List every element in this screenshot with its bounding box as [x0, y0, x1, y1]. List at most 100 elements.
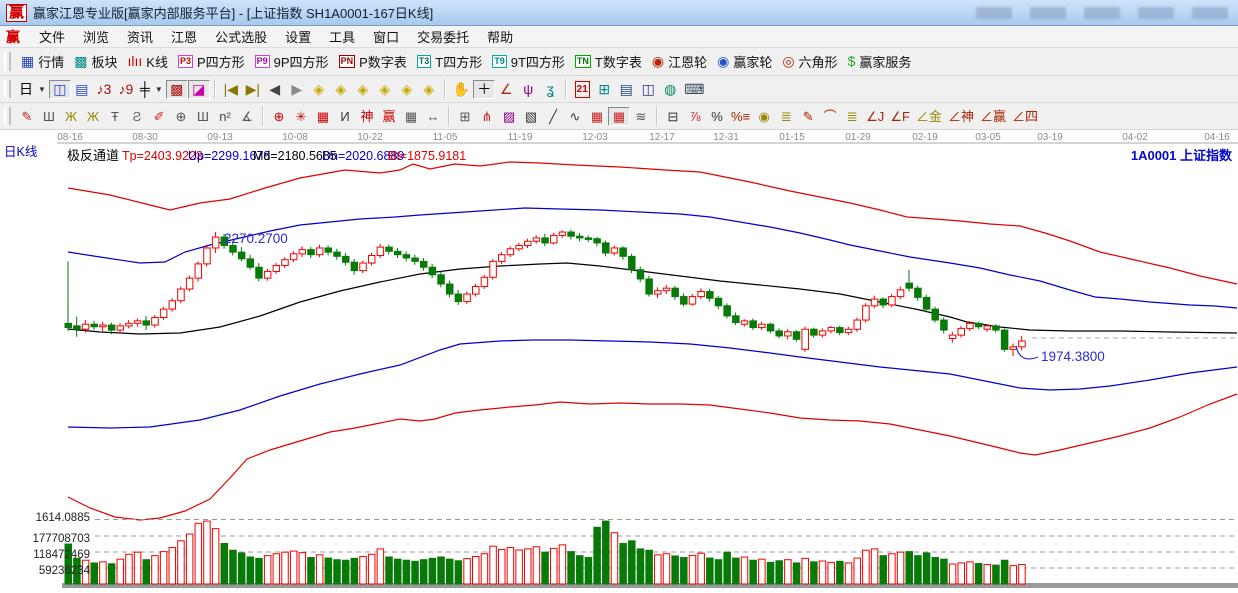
zoom-fit-button[interactable]: ◈	[418, 80, 440, 99]
pencil-button[interactable]: ✎	[16, 107, 38, 126]
winner-wheel-button[interactable]: ◉赢家轮	[712, 50, 777, 73]
chart-canvas[interactable]: 08-1608-3009-1310-0810-2211-0511-1912-03…	[0, 130, 1238, 590]
calendar-21-button[interactable]: 21	[571, 79, 593, 100]
9t-square-button[interactable]: T99T四方形	[487, 50, 570, 73]
menu-item-设置[interactable]: 设置	[276, 26, 320, 47]
star-web-button[interactable]: ✳	[290, 107, 312, 126]
menu-item-资讯[interactable]: 资讯	[118, 26, 162, 47]
angle-measure-button[interactable]: ∠	[495, 80, 517, 99]
maze-chart-button[interactable]: ▩	[166, 80, 188, 99]
gold-circle-button[interactable]: ◉	[753, 107, 775, 126]
zoom-h-button[interactable]: ◈	[352, 80, 374, 99]
toolbar-grip[interactable]	[4, 80, 11, 98]
gold-lines-button[interactable]: ≣	[775, 107, 797, 126]
gann-wheel-button[interactable]: ◉江恩轮	[647, 50, 712, 73]
sectors-button[interactable]: ▩板块	[69, 50, 122, 73]
candle-style-button[interactable]: ╪▼	[137, 80, 166, 99]
window-layout-button[interactable]: ◫	[49, 80, 71, 99]
parallel-lines-button[interactable]: ≋	[630, 107, 652, 126]
num-grid-button[interactable]: ▦	[400, 107, 422, 126]
wave-3-button[interactable]: ♪3	[93, 80, 115, 99]
zoom-plus-button[interactable]: ◈	[374, 80, 396, 99]
zoom-left-button[interactable]: ◈	[308, 80, 330, 99]
info-panel-button[interactable]: ▤	[71, 80, 93, 99]
chart-area[interactable]: 08-1608-3009-1310-0810-2211-0511-1912-03…	[0, 130, 1238, 590]
menu-item-交易委托[interactable]: 交易委托	[408, 26, 478, 47]
ruler-grid-2-button[interactable]: Ш	[192, 107, 214, 126]
mark-pen-button[interactable]: ✎	[797, 107, 819, 126]
trend-line-button[interactable]: ╱	[542, 107, 564, 126]
period-day-button[interactable]: 日▼	[16, 80, 49, 99]
calculator-button[interactable]: ⊞	[593, 80, 615, 99]
toolbar-grip[interactable]	[4, 52, 11, 71]
menu-item-江恩[interactable]: 江恩	[162, 26, 206, 47]
gold-grid-2-button[interactable]: Ж	[82, 107, 104, 126]
wave-9-button[interactable]: ♪9	[115, 80, 137, 99]
notes-button[interactable]: ▤	[615, 80, 637, 99]
pen-angle-button[interactable]: ✐	[148, 107, 170, 126]
brain-tool-button[interactable]: ʓ	[539, 80, 561, 99]
spiral-button[interactable]: Ƨ	[126, 107, 148, 126]
arc-box-button[interactable]: ⌒	[819, 107, 841, 126]
fan-lines-button[interactable]: ⋔	[476, 107, 498, 126]
grid-a-button[interactable]: ▦	[586, 107, 608, 126]
zoom-right-button[interactable]: ◈	[330, 80, 352, 99]
menu-item-窗口[interactable]: 窗口	[364, 26, 408, 47]
quotes-button[interactable]: ▦行情	[16, 50, 69, 73]
save-button[interactable]: ◫	[637, 80, 659, 99]
workstation-button[interactable]: ⌨	[681, 80, 707, 99]
angle-gold-button[interactable]: ∠金	[913, 107, 945, 126]
kline-button[interactable]: ılııK线	[123, 50, 173, 73]
p-number-table-button[interactable]: PNP数字表	[334, 50, 412, 73]
last-page-button[interactable]: ▶|	[242, 80, 264, 99]
hexagon-button[interactable]: ◎六角形	[777, 50, 842, 73]
stat-box-button[interactable]: ⊟	[662, 107, 684, 126]
grid-b-button[interactable]: ▦	[608, 107, 630, 126]
crosshair-tool-button[interactable]: ＋	[473, 80, 495, 99]
next-page-button[interactable]: ▶	[286, 80, 308, 99]
menu-item-公式选股[interactable]: 公式选股	[206, 26, 276, 47]
menu-item-文件[interactable]: 文件	[30, 26, 74, 47]
angle-tool-button[interactable]: ∡	[236, 107, 258, 126]
9p-square-button[interactable]: P99P四方形	[250, 50, 334, 73]
ruler-grid-button[interactable]: Ш	[38, 107, 60, 126]
angle-shen-button[interactable]: ∠神	[945, 107, 977, 126]
red-grid-button[interactable]: ▦	[312, 107, 334, 126]
p-square-button[interactable]: P3P四方形	[173, 50, 250, 73]
t-square-button[interactable]: T3T四方形	[412, 50, 487, 73]
prev-page-button[interactable]: ◀	[264, 80, 286, 99]
span-arrows-button[interactable]: ↔	[422, 107, 444, 126]
menu-item-帮助[interactable]: 帮助	[478, 26, 522, 47]
toolbar-grip[interactable]	[4, 107, 11, 125]
volume-profile-button[interactable]: ◪	[188, 80, 210, 99]
angle-four-button[interactable]: ∠四	[1009, 107, 1041, 126]
gold-grid-1-button[interactable]: Ж	[60, 107, 82, 126]
n-mark-button[interactable]: И	[334, 107, 356, 126]
hand-tool-button[interactable]: ✋	[450, 80, 473, 99]
ying-tool-button[interactable]: 赢	[378, 107, 400, 126]
gold-lines-2-button[interactable]: ≣	[841, 107, 863, 126]
gann-target-button[interactable]: ⊕	[268, 107, 290, 126]
angle-j-button[interactable]: ∠J	[863, 107, 887, 126]
menu-item-浏览[interactable]: 浏览	[74, 26, 118, 47]
winner-service-button[interactable]: $赢家服务	[843, 50, 917, 73]
seven-eighths-button[interactable]: ⅞	[684, 107, 706, 126]
wave-line-button[interactable]: ∿	[564, 107, 586, 126]
percent-lines-button[interactable]: %≡	[728, 107, 753, 126]
n-square-button[interactable]: n²	[214, 107, 236, 126]
hatch-box-button[interactable]: ▨	[498, 107, 520, 126]
first-page-button[interactable]: |◀	[220, 80, 242, 99]
box-tool-button[interactable]: ⊞	[454, 107, 476, 126]
f-grid-button[interactable]: Ŧ	[104, 107, 126, 126]
shen-tool-button[interactable]: 神	[356, 107, 378, 126]
angle-ying-button[interactable]: ∠赢	[977, 107, 1009, 126]
dark-box-button[interactable]: ▧	[520, 107, 542, 126]
web-chart-button[interactable]: ◍	[659, 80, 681, 99]
percent-button[interactable]: %	[706, 107, 728, 126]
t-number-table-button[interactable]: TNT数字表	[570, 50, 647, 73]
zoom-all-button[interactable]: ◈	[396, 80, 418, 99]
angle-f-button[interactable]: ∠F	[887, 107, 913, 126]
gann-circle-button[interactable]: ⊕	[170, 107, 192, 126]
psi-tool-button[interactable]: ψ	[517, 80, 539, 99]
menu-item-工具[interactable]: 工具	[320, 26, 364, 47]
